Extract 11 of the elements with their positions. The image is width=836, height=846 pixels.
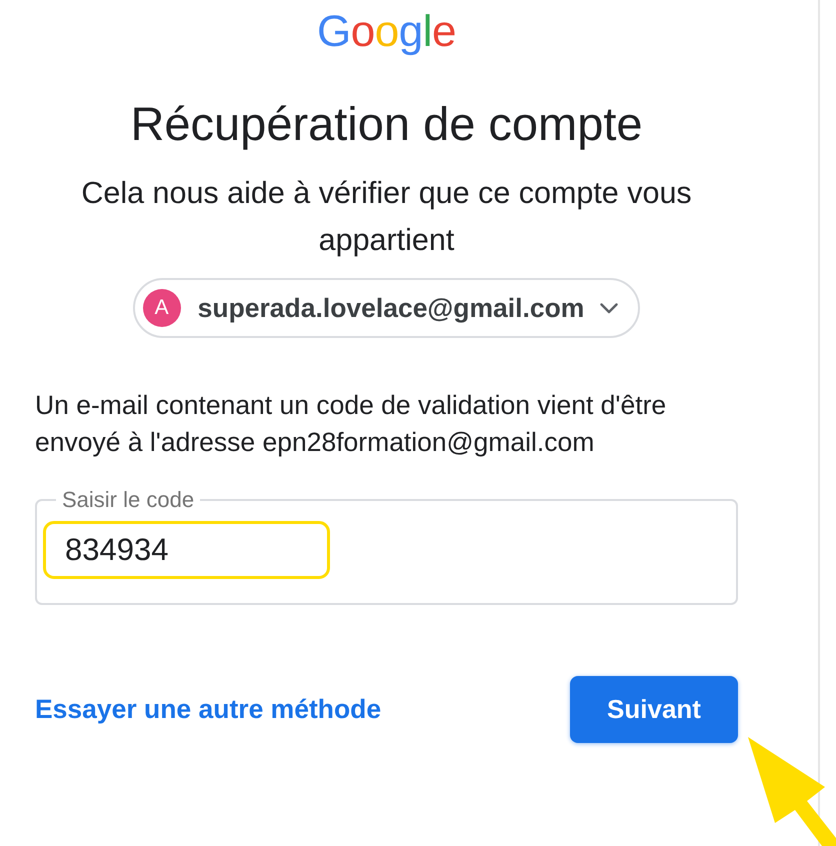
logo: Google: [317, 10, 456, 54]
next-button[interactable]: Suivant: [570, 676, 738, 743]
try-another-method-link[interactable]: Essayer une autre méthode: [35, 694, 382, 725]
account-email: superada.lovelace@gmail.com: [198, 292, 584, 324]
info-message: Un e-mail contenant un code de validation vient d'être envoyé à l'adresse epn28formation@gmail.com: [35, 389, 668, 459]
page-subtitle: Cela nous aide à vérifier que ce compte vous appartient: [80, 175, 693, 259]
code-input[interactable]: 834934: [43, 521, 330, 579]
account-chip[interactable]: A superada.lovelace@gmail.com: [132, 278, 640, 338]
chevron-down-icon: [600, 302, 618, 314]
page-title: Récupération de compte: [130, 96, 643, 152]
avatar: A: [142, 289, 181, 327]
